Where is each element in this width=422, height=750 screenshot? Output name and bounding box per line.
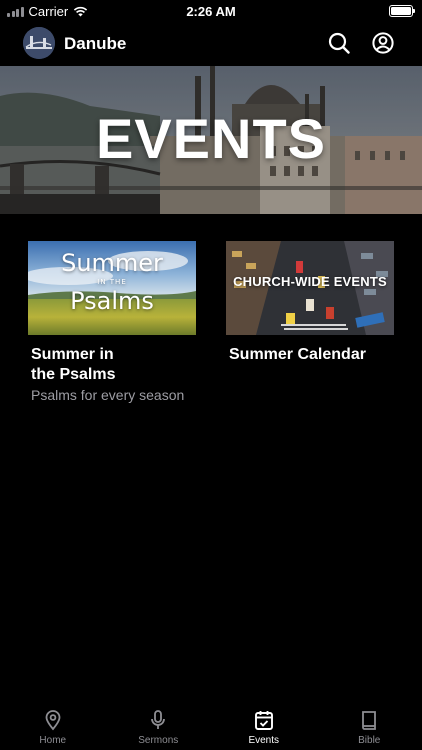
account-button[interactable] xyxy=(371,31,395,55)
microphone-icon xyxy=(146,708,170,732)
app-name: Danube xyxy=(64,34,127,53)
tab-label: Events xyxy=(248,735,280,746)
events-hero-banner: EVENTS xyxy=(0,66,422,214)
calendar-icon xyxy=(252,708,276,732)
hero-title: EVENTS xyxy=(95,107,327,170)
event-card-summer-calendar[interactable]: CHURCH-WIDE EVENTS Summer Calendar xyxy=(226,241,394,365)
event-thumbnail: CHURCH-WIDE EVENTS xyxy=(226,241,394,335)
app-screen: Carrier 2:26 AM Danube EVENTS Summer IN … xyxy=(0,0,422,750)
event-title: Summer Calendar xyxy=(229,346,366,363)
tab-bible[interactable]: Bible xyxy=(317,700,422,750)
app-header: Danube xyxy=(0,22,422,66)
search-button[interactable] xyxy=(327,31,351,55)
event-thumbnail: Summer IN THE Psalms xyxy=(28,241,196,335)
bridge-logo-icon[interactable] xyxy=(23,27,55,59)
thumbnail-line-3: Psalms xyxy=(70,287,154,315)
thumbnail-line-1: CHURCH-WIDE EVENTS xyxy=(233,274,387,289)
tab-home[interactable]: Home xyxy=(0,700,106,750)
thumbnail-line-1: Summer xyxy=(61,249,163,277)
location-pin-icon xyxy=(41,708,65,732)
book-icon xyxy=(357,708,381,732)
status-bar: Carrier 2:26 AM xyxy=(0,0,422,22)
tab-sermons[interactable]: Sermons xyxy=(106,700,212,750)
tab-bar: Home Sermons Events Bible xyxy=(0,700,422,750)
event-card-summer-in-the-psalms[interactable]: Summer IN THE Psalms Summer in the Psalm… xyxy=(28,241,196,403)
tab-label: Home xyxy=(39,735,67,746)
search-icon xyxy=(328,32,350,54)
battery-icon xyxy=(389,5,415,17)
event-title: Summer in the Psalms xyxy=(31,346,116,383)
account-icon xyxy=(372,32,394,54)
tab-events[interactable]: Events xyxy=(211,700,317,750)
tab-label: Bible xyxy=(358,735,381,746)
tab-label: Sermons xyxy=(138,735,179,746)
thumbnail-line-2: IN THE xyxy=(97,278,127,286)
status-time: 2:26 AM xyxy=(186,4,236,19)
event-subtitle: Psalms for every season xyxy=(31,387,185,403)
